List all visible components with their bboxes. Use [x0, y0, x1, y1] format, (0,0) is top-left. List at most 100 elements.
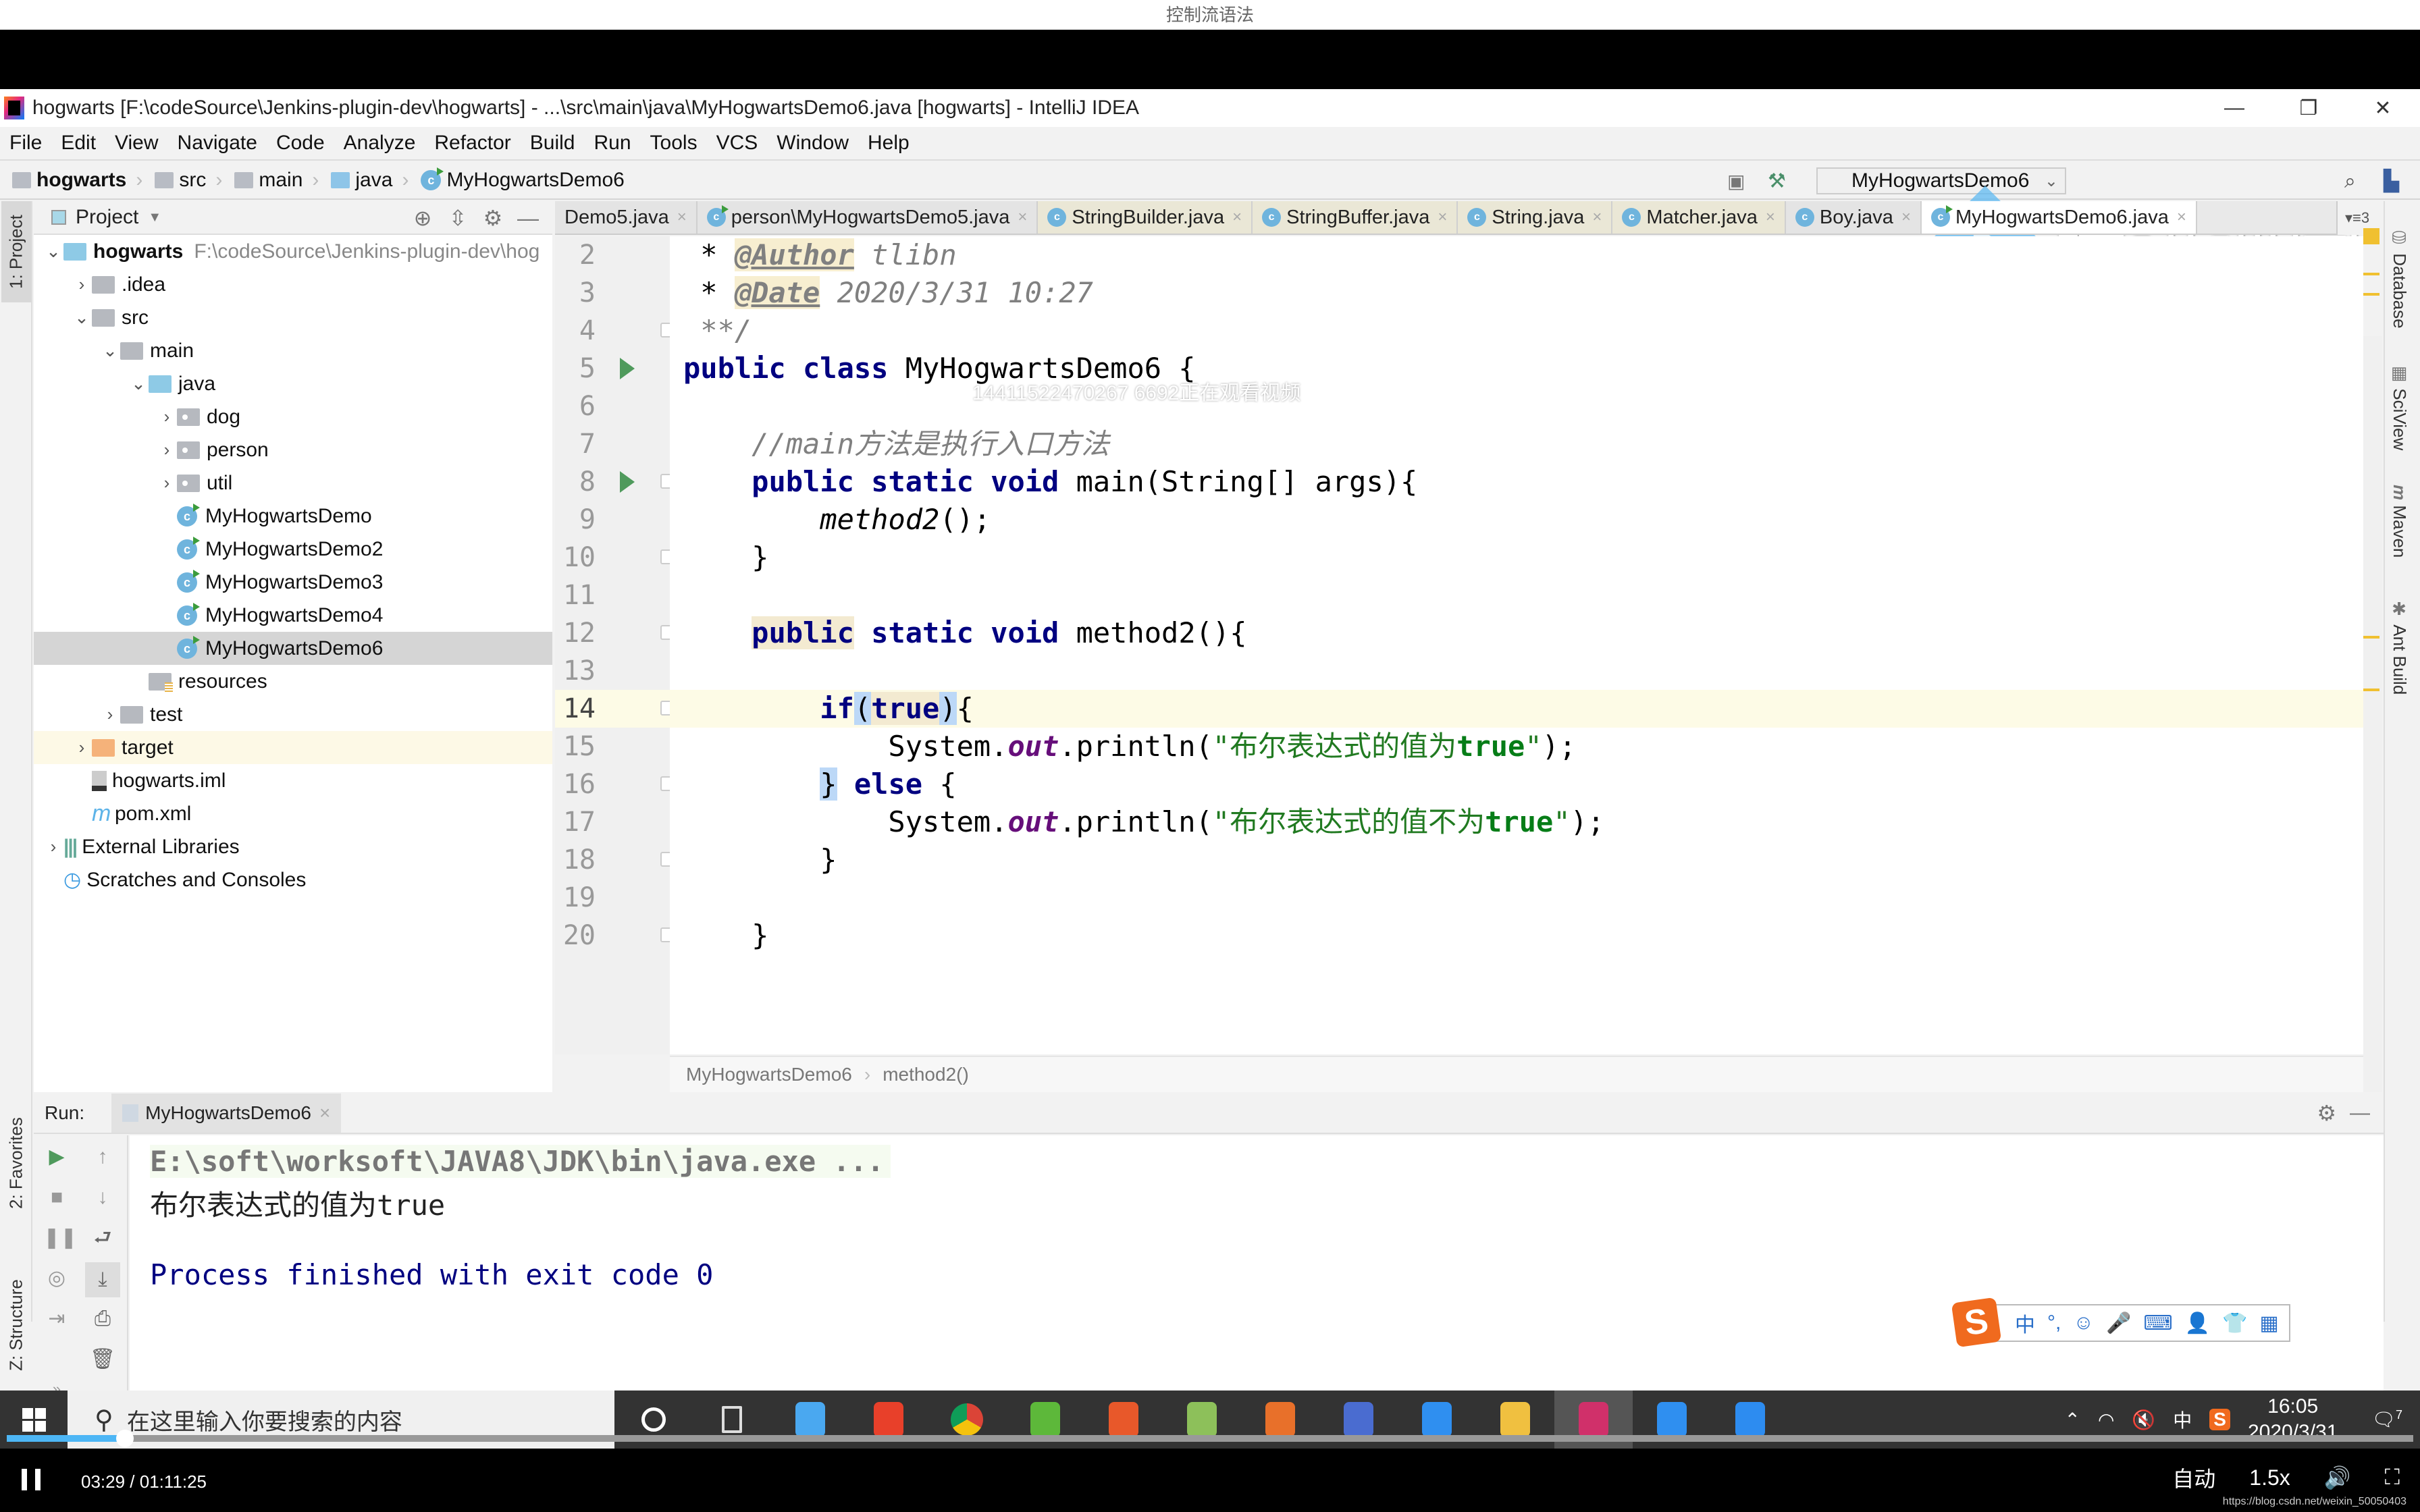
menu-code[interactable]: Code	[276, 132, 325, 155]
warning-marker[interactable]	[2363, 273, 2379, 275]
notification-center-icon[interactable]: 🗨7	[2371, 1408, 2402, 1430]
tool-tab-maven[interactable]: m Maven	[2389, 485, 2410, 558]
toolbox-icon[interactable]: ▦	[2259, 1312, 2278, 1335]
editor-tab[interactable]: c Matcher.java ×	[1612, 201, 1786, 234]
menu-view[interactable]: View	[115, 132, 158, 155]
breadcrumb-src[interactable]: src ›	[155, 169, 222, 192]
emoji-icon[interactable]: ☺	[2073, 1312, 2094, 1334]
ime-indicator[interactable]: 中	[2173, 1406, 2192, 1433]
video-progress-bar[interactable]	[7, 1430, 2413, 1447]
editor-tab[interactable]: Demo5.java ×	[555, 201, 698, 234]
pause-icon[interactable]: ❚❚	[43, 1224, 77, 1251]
wifi-icon[interactable]: ◠	[2098, 1409, 2114, 1431]
run-window-icon[interactable]: ▣	[1727, 171, 1747, 192]
editor-tab[interactable]: c StringBuffer.java ×	[1253, 201, 1458, 234]
close-tab-icon[interactable]: ×	[1232, 208, 1242, 227]
tree-item[interactable]: c MyHogwartsDemo3	[34, 566, 552, 599]
minimize-button[interactable]: —	[2197, 89, 2271, 127]
fullscreen-icon[interactable]: ⛶	[2385, 1465, 2400, 1490]
ime-mode-icon[interactable]: 中	[2015, 1308, 2035, 1338]
rerun-icon[interactable]: ▶	[43, 1143, 70, 1170]
breadcrumb-hogwarts[interactable]: hogwarts ›	[12, 169, 142, 192]
tree-item[interactable]: ⌄ java	[34, 367, 552, 400]
run-gutter-icon[interactable]	[620, 471, 635, 493]
microphone-icon[interactable]: 🎤	[2106, 1312, 2131, 1335]
close-tab-icon[interactable]: ×	[2177, 208, 2186, 227]
breadcrumb-main[interactable]: main ›	[234, 169, 319, 192]
down-arrow-icon[interactable]: ↓	[89, 1184, 116, 1211]
locate-icon[interactable]: ⊕	[405, 205, 440, 231]
run-tab[interactable]: MyHogwartsDemo6 ×	[111, 1094, 342, 1133]
tree-item[interactable]: resources	[34, 665, 552, 698]
quality-button[interactable]: 自动	[2172, 1462, 2215, 1493]
tool-tab-project[interactable]: 1: Project	[1, 201, 31, 302]
tree-item[interactable]: c MyHogwartsDemo6	[34, 632, 552, 665]
close-tab-icon[interactable]: ×	[1438, 208, 1447, 227]
chevron-down-icon[interactable]: ⌄	[128, 373, 149, 394]
menu-build[interactable]: Build	[530, 132, 575, 155]
speed-button[interactable]: 1.5x	[2249, 1465, 2290, 1490]
soft-wrap-icon[interactable]: ⮐	[89, 1224, 116, 1251]
tool-tab-structure[interactable]: Z: Structure	[1, 1268, 31, 1382]
stop-icon[interactable]: ■	[43, 1184, 70, 1211]
menu-vcs[interactable]: VCS	[716, 132, 758, 155]
gear-icon[interactable]: ⚙	[2317, 1100, 2336, 1126]
tree-item[interactable]: ⌄ hogwarts F:\codeSource\Jenkins-plugin-de…	[34, 235, 552, 268]
menu-window[interactable]: Window	[777, 132, 849, 155]
editor-scrollbar[interactable]	[2363, 228, 2382, 1092]
editor-tab[interactable]: c MyHogwartsDemo6.java ×	[1921, 201, 2197, 234]
tool-tab-database[interactable]: ⛁ Database	[2389, 228, 2410, 329]
tree-item[interactable]: › person	[34, 433, 552, 466]
pause-button[interactable]	[22, 1469, 41, 1490]
search-icon[interactable]: ⌕	[2344, 171, 2365, 192]
project-view-selector[interactable]: Project	[76, 206, 138, 229]
tree-item[interactable]: › dog	[34, 400, 552, 433]
tool-tab-ant-build[interactable]: ✱ Ant Build	[2389, 599, 2410, 695]
close-tab-icon[interactable]: ×	[1766, 208, 1775, 227]
editor-tab[interactable]: c person\MyHogwartsDemo5.java ×	[697, 201, 1038, 234]
menu-tools[interactable]: Tools	[650, 132, 698, 155]
close-tab-icon[interactable]: ×	[677, 208, 687, 227]
tree-item[interactable]: › util	[34, 466, 552, 500]
tool-tab-sciview[interactable]: ▦ SciView	[2389, 363, 2410, 450]
project-structure-icon[interactable]: ▙	[2384, 171, 2404, 192]
collapse-all-icon[interactable]: ⇳	[440, 205, 475, 231]
menu-file[interactable]: File	[9, 132, 42, 155]
tree-item[interactable]: › test	[34, 698, 552, 731]
tree-item[interactable]: c MyHogwartsDemo	[34, 500, 552, 533]
keyboard-icon[interactable]: ⌨	[2143, 1312, 2172, 1335]
dropdown-arrow-icon[interactable]: ▼	[148, 210, 161, 225]
hide-panel-icon[interactable]: —	[510, 206, 546, 231]
volume-icon[interactable]: 🔊	[2324, 1465, 2351, 1490]
chevron-right-icon[interactable]: ›	[72, 274, 92, 295]
tree-item[interactable]: › target	[34, 731, 552, 764]
trash-icon[interactable]: 🗑	[89, 1346, 116, 1373]
menu-run[interactable]: Run	[594, 132, 631, 155]
chevron-right-icon[interactable]: ›	[100, 704, 120, 725]
chevron-down-icon[interactable]: ⌄	[43, 241, 63, 262]
run-configuration-select[interactable]: MyHogwartsDemo6 ⌄	[1816, 167, 2066, 194]
tree-item[interactable]: c MyHogwartsDemo2	[34, 533, 552, 566]
breadcrumb-java[interactable]: java ›	[331, 169, 409, 192]
tree-item[interactable]: › ||| External Libraries	[34, 830, 552, 863]
tool-tab-favorites[interactable]: 2: Favorites	[1, 1106, 31, 1220]
tree-item[interactable]: ⌄ main	[34, 334, 552, 367]
user-icon[interactable]: 👤	[2185, 1312, 2210, 1335]
gear-icon[interactable]: ⚙	[475, 205, 510, 231]
code-editor[interactable]: * @Author tlibn * @Date 2020/3/31 10:27 …	[670, 236, 2363, 1054]
chevron-right-icon[interactable]: ›	[157, 439, 177, 460]
tree-item[interactable]: m pom.xml	[34, 797, 552, 830]
warning-marker[interactable]	[2363, 688, 2379, 691]
menu-help[interactable]: Help	[868, 132, 910, 155]
hide-panel-icon[interactable]: —	[2350, 1102, 2370, 1125]
inspection-status-icon[interactable]	[2363, 228, 2379, 244]
menu-analyze[interactable]: Analyze	[344, 132, 416, 155]
tray-expand-icon[interactable]: ⌃	[2064, 1409, 2080, 1431]
ime-punctuation-icon[interactable]: °,	[2047, 1312, 2061, 1334]
chevron-down-icon[interactable]: ⌄	[72, 307, 92, 328]
chevron-down-icon[interactable]: ⌄	[100, 340, 120, 361]
chevron-right-icon[interactable]: ›	[43, 836, 63, 857]
tree-item[interactable]: › .idea	[34, 268, 552, 301]
chevron-right-icon[interactable]: ›	[157, 406, 177, 427]
video-progress-handle[interactable]	[115, 1430, 134, 1447]
